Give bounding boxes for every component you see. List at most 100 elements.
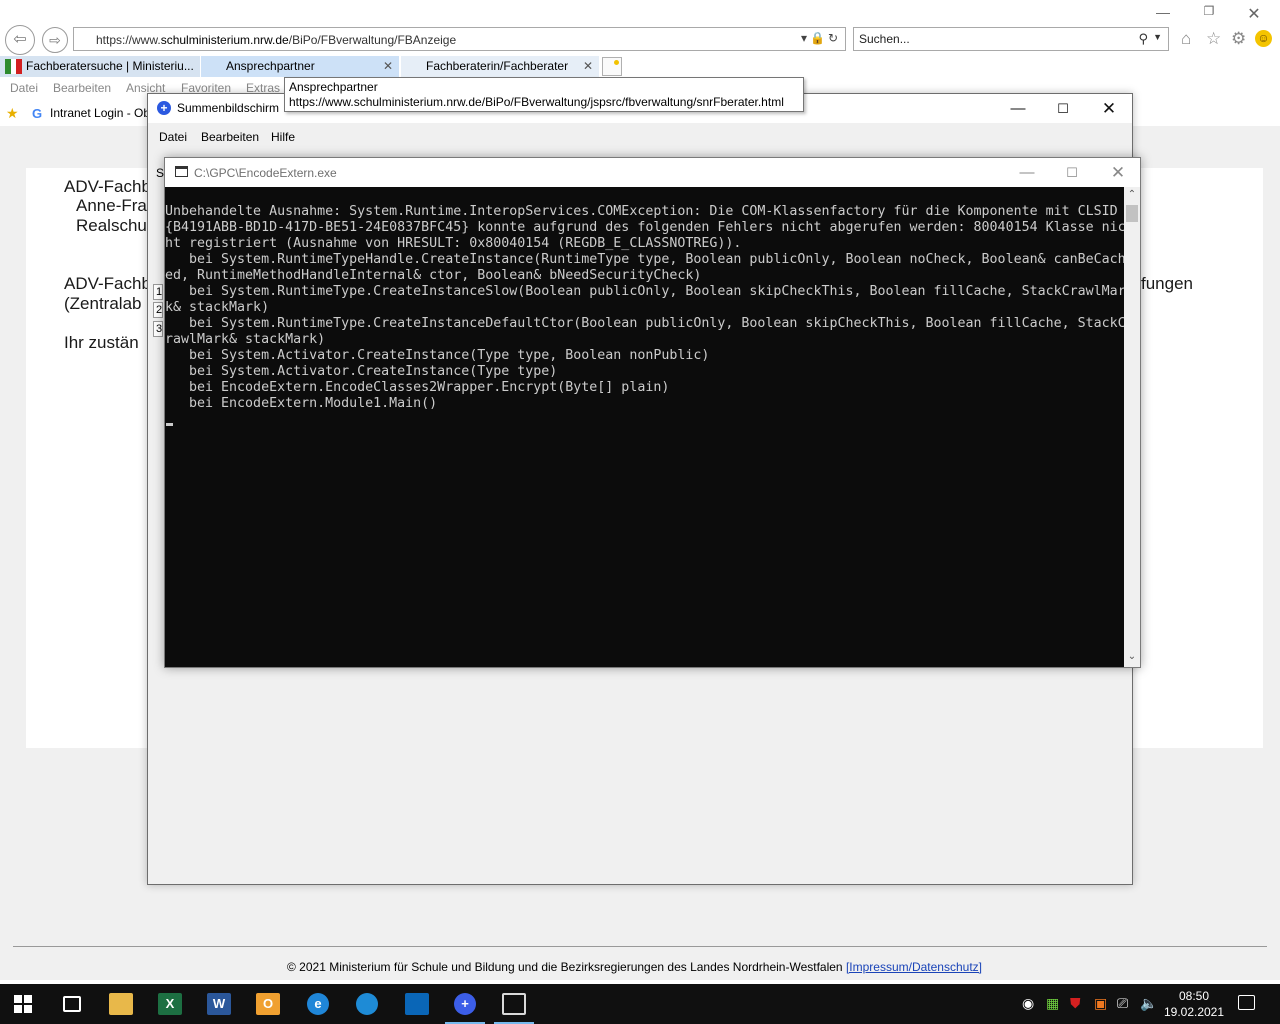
excel-icon: X [158,993,182,1015]
taskbar-generic-app-button[interactable] [393,984,441,1024]
summen-maximize-button[interactable]: ☐ [1052,98,1074,120]
summen-minimize-button[interactable]: — [1007,98,1029,120]
summen-menu-bearbeiten[interactable]: Bearbeiten [201,130,259,144]
console-screen[interactable]: Unbehandelte Ausnahme: System.Runtime.In… [165,187,1124,667]
taskbar: X W Oe + ◉ ▦ ⛊ ▣ ⎚ 🔈 08:50 19.02.2021 [0,984,1280,1024]
console-titlebar[interactable]: C:\GPC\EncodeExtern.exe — ☐ ✕ [165,158,1140,187]
browser-restore-button[interactable]: ❐ [1199,4,1219,24]
taskbar-word-button[interactable]: W [195,984,243,1024]
tooltip-url: https://www.schulministerium.nrw.de/BiPo… [289,95,784,109]
volume-icon[interactable]: 🔈 [1140,995,1157,1012]
windows-logo-icon [14,995,32,1013]
google-icon: G [32,106,43,121]
console-window: C:\GPC\EncodeExtern.exe — ☐ ✕ Unbehandel… [164,157,1141,668]
row-number-1[interactable]: 1 [153,284,163,300]
settings-gear-icon[interactable]: ⚙ [1231,29,1246,49]
home-icon[interactable]: ⌂ [1181,29,1191,49]
menu-bearbeiten[interactable]: Bearbeiten [53,81,111,95]
tab-tooltip: Ansprechpartner https://www.schulministe… [284,77,804,112]
taskbar-console-button[interactable] [490,984,538,1024]
lock-icon[interactable]: 🔒 [810,31,828,45]
network-status-icon[interactable]: ▦ [1046,995,1059,1012]
clock[interactable]: 08:50 19.02.2021 [1162,988,1226,1020]
page-text: fungen [1141,274,1193,293]
network-icon[interactable]: ⎚ [1117,995,1128,1012]
footer: © 2021 Ministerium für Schule und Bildun… [287,960,982,974]
generic-app-icon [405,993,429,1015]
taskbar-summen-app-button[interactable]: + [441,984,489,1024]
search-dropdown-icon[interactable]: ▼ [1153,32,1162,42]
scroll-down-icon[interactable]: ⌄ [1124,651,1140,665]
tooltip-title: Ansprechpartner [289,80,378,94]
file-explorer-icon [109,993,133,1015]
start-button[interactable] [0,984,48,1024]
scroll-up-icon[interactable]: ⌃ [1124,189,1140,203]
antivirus-shield-icon[interactable]: ⛊ [1070,995,1081,1012]
page-text: ADV-Fachb [64,274,151,293]
search-input[interactable] [854,28,1124,50]
notification-center-icon[interactable] [1238,995,1255,1010]
word-icon: W [207,993,231,1015]
back-button[interactable]: ⇦ [5,25,35,55]
internet-explorer-icon: e [307,993,329,1015]
address-bar[interactable]: https://www.schulministerium.nrw.de/BiPo… [73,27,846,51]
console-icon [502,993,526,1015]
page-text: ADV-Fachb [64,177,151,196]
search-box[interactable]: ⚲ ▼ [853,27,1169,51]
console-output: Unbehandelte Ausnahme: System.Runtime.In… [165,204,1124,411]
row-number-2[interactable]: 2 [153,302,163,318]
summen-menu-datei[interactable]: Datei [159,130,187,144]
summen-menu-hilfe[interactable]: Hilfe [271,130,295,144]
sync-icon[interactable]: ◉ [1022,995,1034,1012]
summen-window-title: Summenbildschirm [177,101,280,115]
taskbar-edge-button[interactable] [343,984,391,1024]
search-icon[interactable]: ⚲ [1138,31,1148,47]
office-icon[interactable]: ▣ [1094,995,1107,1012]
tab-ansprechpartner[interactable]: Ansprechpartner ✕ [201,56,399,77]
address-url[interactable]: https://www.schulministerium.nrw.de/BiPo… [96,33,456,47]
summen-app-icon: + [157,101,171,115]
tab-fachberaterin[interactable]: Fachberaterin/Fachberater ✕ [401,56,599,77]
console-window-title: C:\GPC\EncodeExtern.exe [194,166,337,180]
tab-close-icon[interactable]: ✕ [583,56,593,77]
favorites-add-icon[interactable]: ★ [6,105,19,122]
page-text: Ihr zustän [64,333,139,352]
row-number-3[interactable]: 3 [153,321,163,337]
console-minimize-button[interactable]: — [1016,162,1038,184]
scroll-thumb[interactable] [1126,205,1138,222]
page-text: Anne-Fra [76,196,147,215]
taskbar-outlook-button[interactable]: O [244,984,292,1024]
console-app-icon [175,166,188,177]
tab-fachberatersuche[interactable]: Fachberatersuche | Ministeriu... [0,56,200,77]
nrw-logo-icon [5,59,22,74]
console-close-button[interactable]: ✕ [1107,162,1129,184]
clock-date: 19.02.2021 [1163,1005,1225,1019]
summen-close-button[interactable]: ✕ [1098,98,1120,120]
impressum-link[interactable]: [Impressum/Datenschutz] [846,960,982,974]
refresh-icon[interactable]: ↻ [828,31,841,45]
address-dropdown-icon[interactable]: ▾ [801,31,810,45]
feedback-smiley-icon[interactable]: ☺ [1255,30,1272,47]
tab-label: Fachberatersuche | Ministeriu... [26,59,194,73]
taskbar-excel-button[interactable]: X [146,984,194,1024]
console-scrollbar[interactable]: ⌃ ⌄ [1124,187,1140,667]
back-arrow-icon: ⇦ [13,31,27,48]
browser-close-button[interactable]: ✕ [1244,4,1264,24]
taskbar-internet-explorer-button[interactable]: e [294,984,342,1024]
favorites-star-icon[interactable]: ☆ [1206,29,1221,49]
tab-label: Ansprechpartner [226,59,315,73]
favorites-link-intranet[interactable]: Intranet Login - Ob [50,106,150,120]
forward-button[interactable]: ⇨ [42,27,68,53]
taskbar-file-explorer-button[interactable] [97,984,145,1024]
menu-datei[interactable]: Datei [10,81,38,95]
footer-divider [13,946,1267,947]
outlook-icon: O [256,993,280,1015]
console-maximize-button[interactable]: ☐ [1061,162,1083,184]
summen-label-fragment: S [156,166,165,180]
taskbar-task-view-button[interactable] [48,984,96,1024]
browser-minimize-button[interactable]: — [1153,4,1173,24]
task-view-icon [63,996,81,1012]
tab-close-icon[interactable]: ✕ [383,56,393,77]
summen-app-icon: + [454,993,476,1015]
new-tab-button[interactable] [602,57,622,76]
